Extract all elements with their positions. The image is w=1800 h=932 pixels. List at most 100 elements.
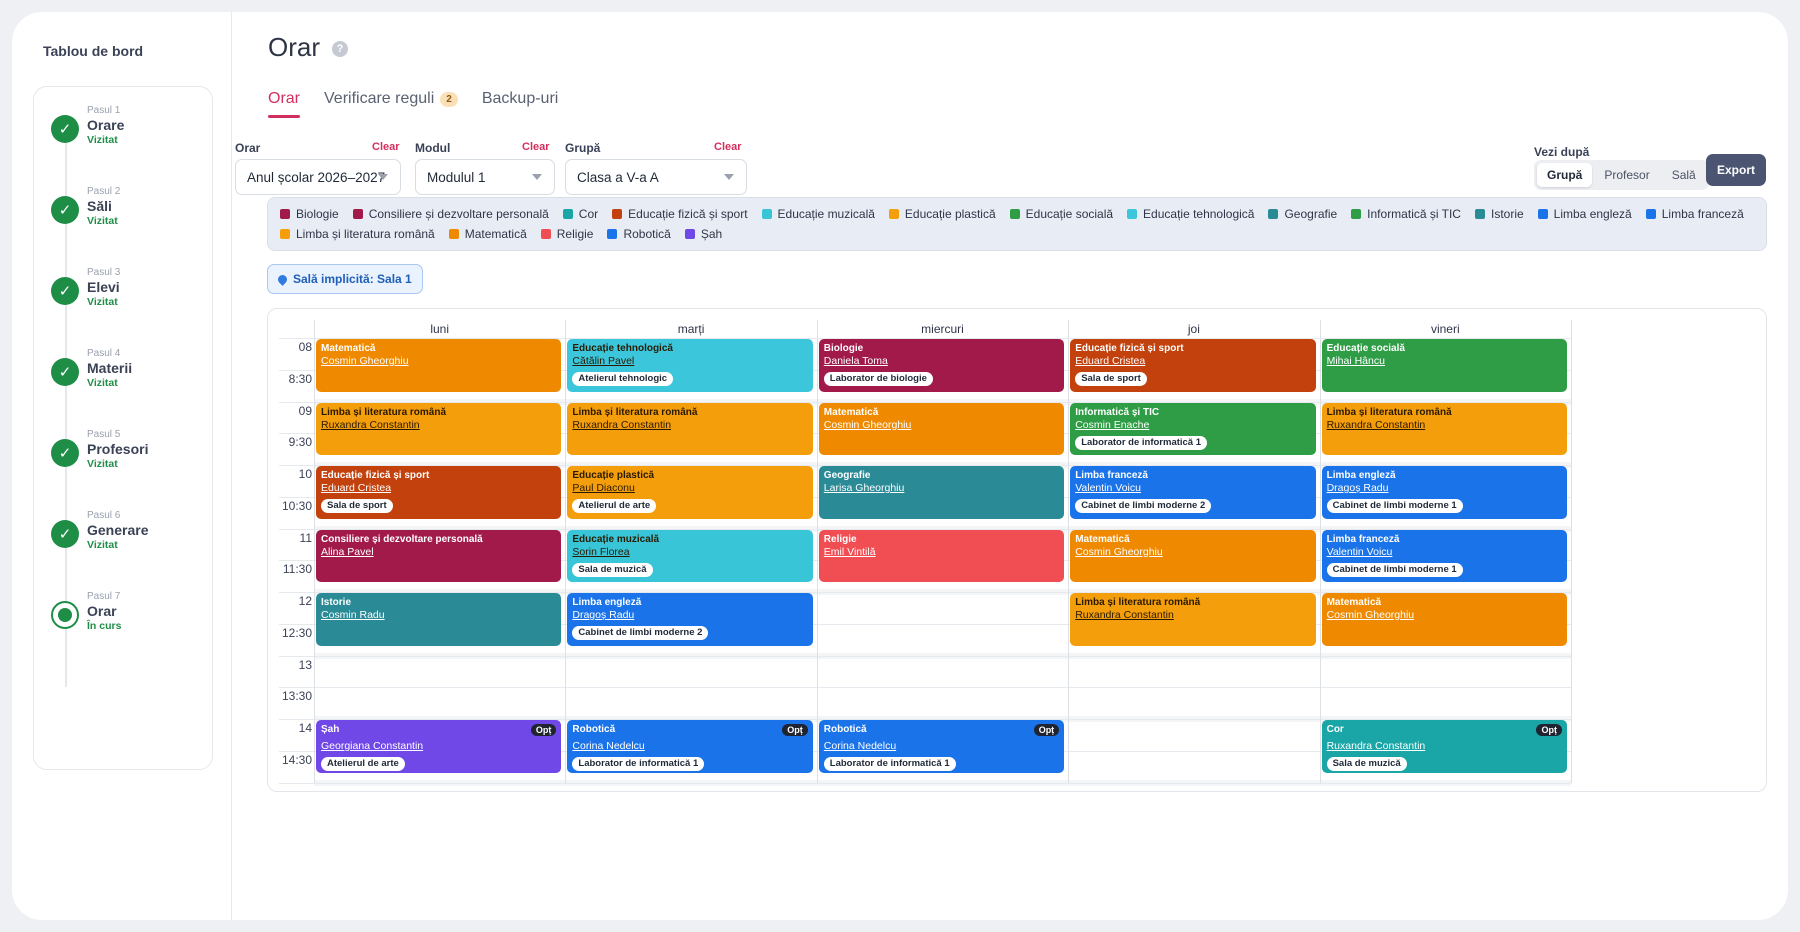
- orar-select[interactable]: Anul școlar 2026–2027: [235, 159, 401, 195]
- lesson-card[interactable]: Limba și literatura română Ruxandra Const…: [1321, 402, 1567, 455]
- lesson-card[interactable]: Educație fizică și sport Eduard Cristea Sa…: [1070, 339, 1316, 392]
- step-7[interactable]: Pasul 7 Orar În curs: [34, 585, 214, 645]
- tab-verificare-reguli[interactable]: Verificare reguli 2: [324, 90, 458, 118]
- legend-item: Educație tehnologică: [1127, 206, 1254, 221]
- lesson-card[interactable]: Matematică Cosmin Gheorghiu: [1070, 529, 1316, 582]
- lesson-card[interactable]: Matematică Cosmin Gheorghiu: [316, 339, 562, 392]
- lesson-teacher-link[interactable]: Cosmin Radu: [321, 609, 556, 622]
- lesson-card[interactable]: Biologie Daniela Toma Laborator de biologi…: [818, 339, 1065, 392]
- lesson-card[interactable]: Limba franceză Valentin Voicu Cabinet de l…: [1070, 466, 1316, 519]
- lesson-teacher-link[interactable]: Corina Nedelcu: [824, 740, 1059, 753]
- filter-orar-clear-button[interactable]: Clear: [372, 141, 400, 153]
- modul-select[interactable]: Modulul 1: [415, 159, 555, 195]
- legend-swatch: [562, 208, 573, 219]
- lesson-teacher-link[interactable]: Alina Pavel: [321, 546, 556, 559]
- lesson-teacher-link[interactable]: Cosmin Gheorghiu: [824, 419, 1059, 432]
- lesson-teacher-link[interactable]: Cosmin Gheorghiu: [1327, 609, 1562, 622]
- step-meta: Pasul 4 Materii Vizitat: [87, 348, 132, 389]
- lesson-card[interactable]: Educație muzicală Sorin Florea Sala de muz…: [567, 529, 813, 582]
- default-room-chip[interactable]: Sală implicită: Sala 1: [267, 264, 423, 294]
- lesson-subject: Educație fizică și sport: [321, 470, 430, 481]
- lesson-card[interactable]: Limba și literatura română Ruxandra Const…: [316, 402, 562, 455]
- lesson-card[interactable]: Limba franceză Valentin Voicu Cabinet de l…: [1321, 529, 1567, 582]
- lesson-card[interactable]: Șah Opț Georgiana Constantin Atelierul de a…: [316, 720, 562, 773]
- step-status: În curs: [87, 620, 122, 632]
- lesson-teacher-link[interactable]: Cosmin Enache: [1075, 419, 1310, 432]
- view-by-grupa[interactable]: Grupă: [1537, 163, 1593, 187]
- lesson-card[interactable]: Educație fizică și sport Eduard Cristea Sa…: [316, 466, 562, 519]
- lesson-room-badge: Laborator de biologie: [823, 372, 933, 386]
- lesson-subject: Matematică: [823, 406, 879, 418]
- help-icon[interactable]: ?: [332, 41, 348, 57]
- lesson-card[interactable]: Matematică Cosmin Gheorghiu: [818, 402, 1065, 455]
- lesson-teacher-link[interactable]: Dragoș Radu: [572, 609, 807, 622]
- lesson-teacher-link[interactable]: Sorin Florea: [572, 546, 807, 559]
- legend-label: Educație tehnologică: [1143, 206, 1255, 221]
- orar-select-value: Anul școlar 2026–2027: [247, 169, 386, 185]
- step-6[interactable]: ✓ Pasul 6 Generare Vizitat: [34, 504, 214, 564]
- tab-backup-uri[interactable]: Backup-uri: [482, 90, 558, 118]
- lesson-teacher-link[interactable]: Ruxandra Constantin: [572, 419, 807, 432]
- lesson-teacher-link[interactable]: Cătălin Pavel: [572, 355, 807, 368]
- lesson-card[interactable]: Educație plastică Paul Diaconu Atelierul d…: [567, 466, 813, 519]
- lesson-teacher-link[interactable]: Corina Nedelcu: [572, 740, 807, 753]
- lesson-teacher-link[interactable]: Ruxandra Constantin: [1327, 419, 1562, 432]
- lesson-teacher-link[interactable]: Ruxandra Constantin: [321, 419, 556, 432]
- view-by-sala[interactable]: Sală: [1662, 163, 1706, 187]
- check-icon: ✓: [51, 277, 79, 305]
- lesson-teacher-link[interactable]: Cosmin Gheorghiu: [321, 355, 556, 368]
- time-label: 10: [298, 467, 312, 481]
- lesson-card[interactable]: Limba și literatura română Ruxandra Const…: [1070, 593, 1316, 646]
- lesson-teacher-link[interactable]: Emil Vintilă: [824, 546, 1059, 559]
- lesson-card[interactable]: Robotică Opț Corina Nedelcu Laborator de in…: [567, 720, 813, 773]
- step-3[interactable]: ✓ Pasul 3 Elevi Vizitat: [34, 261, 214, 321]
- tab-orar[interactable]: Orar: [268, 90, 300, 118]
- lesson-teacher-link[interactable]: Ruxandra Constantin: [1075, 609, 1310, 622]
- lesson-card[interactable]: Geografie Larisa Gheorghiu: [818, 466, 1065, 519]
- lesson-card[interactable]: Robotică Opț Corina Nedelcu Laborator de in…: [818, 720, 1065, 773]
- lesson-teacher-link[interactable]: Dragoș Radu: [1327, 482, 1562, 495]
- lesson-teacher-link[interactable]: Valentin Voicu: [1327, 546, 1562, 559]
- lesson-card[interactable]: Istorie Cosmin Radu: [316, 593, 562, 646]
- lesson-teacher-link[interactable]: Valentin Voicu: [1075, 482, 1310, 495]
- lesson-teacher-link[interactable]: Georgiana Constantin: [321, 740, 556, 753]
- lesson-teacher-link[interactable]: Eduard Cristea: [321, 482, 556, 495]
- lesson-card[interactable]: Matematică Cosmin Gheorghiu: [1321, 593, 1567, 646]
- legend-swatch: [352, 208, 363, 219]
- step-2[interactable]: ✓ Pasul 2 Săli Vizitat: [34, 180, 214, 240]
- grupa-select[interactable]: Clasa a V-a A: [565, 159, 747, 195]
- lesson-teacher-link[interactable]: Eduard Cristea: [1075, 355, 1310, 368]
- lesson-teacher-link[interactable]: Mihai Hâncu: [1327, 355, 1562, 368]
- check-icon: ✓: [51, 358, 79, 386]
- lesson-teacher-link[interactable]: Daniela Toma: [824, 355, 1059, 368]
- lesson-subject: Matematică: [1326, 597, 1382, 608]
- legend-item: Educație fizică și sport: [612, 206, 748, 221]
- lesson-teacher-link[interactable]: Paul Diaconu: [572, 482, 807, 495]
- lesson-teacher-link[interactable]: Cosmin Gheorghiu: [1075, 546, 1310, 559]
- filter-modul-clear-button[interactable]: Clear: [522, 141, 550, 153]
- step-5[interactable]: ✓ Pasul 5 Profesori Vizitat: [34, 423, 214, 483]
- legend-swatch: [761, 208, 772, 219]
- lesson-card[interactable]: Religie Emil Vintilă: [818, 529, 1065, 582]
- lesson-card[interactable]: Limba engleză Dragoș Radu Cabinet de limbi…: [567, 593, 813, 646]
- time-label: 13: [298, 657, 312, 672]
- dashboard-link[interactable]: Tablou de bord: [43, 43, 143, 59]
- lesson-card[interactable]: Limba engleză Dragoș Radu Cabinet de limbi…: [1321, 466, 1567, 519]
- filter-grupa-clear-button[interactable]: Clear: [714, 141, 742, 153]
- view-by-profesor[interactable]: Profesor: [1594, 163, 1659, 187]
- lesson-card[interactable]: Limba și literatura română Ruxandra Const…: [567, 402, 813, 455]
- legend-label: Biologie: [296, 206, 339, 221]
- step-1[interactable]: ✓ Pasul 1 Orare Vizitat: [34, 99, 214, 159]
- step-4[interactable]: ✓ Pasul 4 Materii Vizitat: [34, 342, 214, 402]
- lesson-card[interactable]: Educație socială Mihai Hâncu: [1321, 339, 1567, 392]
- lesson-card[interactable]: Educație tehnologică Cătălin Pavel Atelier…: [567, 339, 813, 392]
- lesson-card[interactable]: Cor Opț Ruxandra Constantin Sala de muzică: [1321, 720, 1567, 773]
- step-name: Săli: [87, 198, 112, 214]
- lesson-card[interactable]: Consiliere și dezvoltare personală Alina …: [316, 529, 562, 582]
- lesson-subject: Limba franceză: [1326, 533, 1400, 545]
- lesson-teacher-link[interactable]: Ruxandra Constantin: [1327, 740, 1562, 753]
- lesson-card[interactable]: Informatică și TIC Cosmin Enache Laborator…: [1070, 402, 1316, 455]
- grid-right-edge: [1571, 320, 1572, 783]
- lesson-teacher-link[interactable]: Larisa Gheorghiu: [824, 482, 1059, 495]
- export-button[interactable]: Export: [1706, 154, 1766, 186]
